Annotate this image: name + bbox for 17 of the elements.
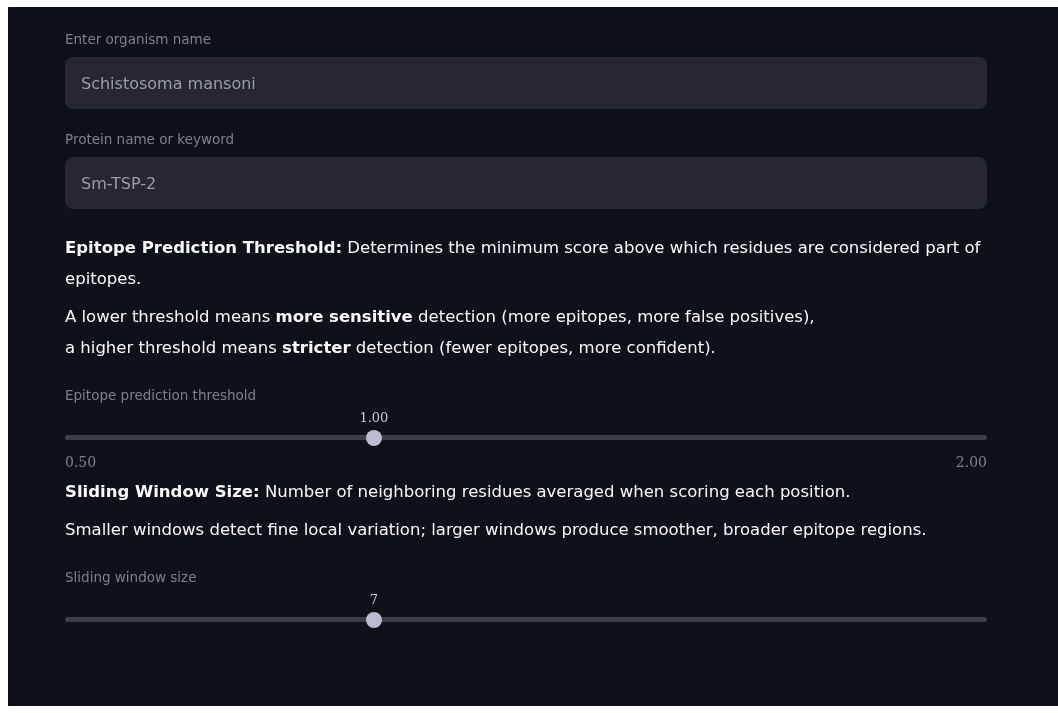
slider-min-value: 0.50 (65, 454, 97, 470)
description-text: a higher threshold means stricter detection (fewer epitopes, more confident). (65, 337, 717, 359)
field-label: Enter organism name (65, 30, 212, 49)
slider-thumb[interactable] (365, 430, 382, 446)
description-text: Sliding Window Size: Number of neighboring residues averaged when scoring each position. (65, 481, 852, 503)
slider-thumb[interactable] (365, 612, 382, 628)
slider-label: Sliding window size (65, 568, 198, 587)
description-text: A lower threshold means more sensitive detection (more epitopes, more false positives), (65, 306, 816, 328)
slider[interactable]: 1.00 (65, 405, 987, 448)
slider-max-value: 2.00 (955, 454, 987, 470)
description-text: Epitope Prediction Threshold: Determines the minimum score above which residues are considered part of epitopes. (65, 237, 982, 290)
slider-value: 7 (369, 592, 378, 607)
slider-label: Epitope prediction threshold (65, 386, 258, 405)
slider-value: 1.00 (359, 410, 389, 425)
description-text: Smaller windows detect fine local variation; larger windows produce smoother, broader epitope regions. (65, 519, 928, 541)
slider[interactable]: 7 (65, 587, 987, 630)
field-label: Protein name or keyword (65, 130, 236, 149)
